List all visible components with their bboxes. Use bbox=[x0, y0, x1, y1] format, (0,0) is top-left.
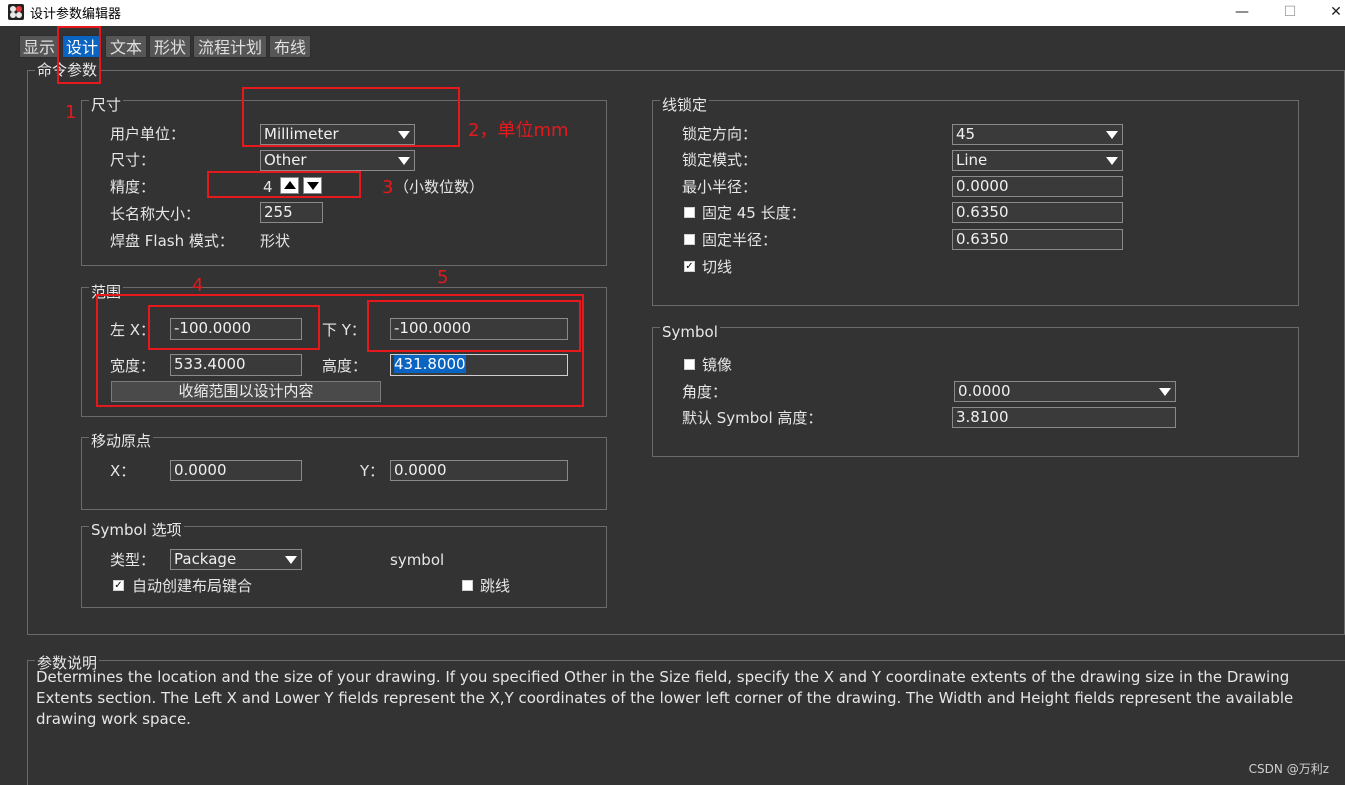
size-select[interactable]: Other bbox=[260, 150, 415, 171]
min-radius-label: 最小半径： bbox=[682, 178, 758, 196]
symbol-type-suffix: symbol bbox=[390, 551, 445, 569]
annotation-label-1: 1 bbox=[65, 102, 77, 123]
long-name-input[interactable]: 255 bbox=[260, 202, 323, 223]
size-group-title: 尺寸 bbox=[89, 96, 124, 114]
symbol-group-title: Symbol bbox=[660, 323, 720, 341]
min-radius-input[interactable]: 0.0000 bbox=[952, 176, 1123, 197]
lock-mode-label: 锁定模式： bbox=[682, 151, 758, 169]
lock-direction-select[interactable]: 45 bbox=[952, 124, 1123, 145]
annotation-box-2 bbox=[242, 87, 460, 147]
mirror-label: 镜像 bbox=[702, 356, 733, 374]
chevron-down-icon bbox=[1106, 157, 1118, 165]
watermark: CSDN @万利z bbox=[1248, 762, 1329, 776]
move-origin-title: 移动原点 bbox=[89, 432, 154, 450]
annotation-label-2: 2，单位mm bbox=[468, 120, 569, 141]
origin-y-input[interactable]: 0.0000 bbox=[390, 460, 568, 481]
auto-create-checkbox[interactable]: ✓ bbox=[113, 580, 124, 591]
origin-x-label: X： bbox=[110, 462, 136, 480]
angle-value: 0.0000 bbox=[958, 382, 1011, 400]
fixed-radius-input[interactable]: 0.6350 bbox=[952, 229, 1123, 250]
maximize-button[interactable]: ☐ bbox=[1267, 0, 1313, 26]
fixed-45-checkbox[interactable] bbox=[684, 207, 695, 218]
chevron-down-icon bbox=[1159, 388, 1171, 396]
lock-direction-value: 45 bbox=[956, 125, 976, 143]
line-lock-title: 线锁定 bbox=[660, 96, 710, 114]
chevron-down-icon bbox=[1106, 131, 1118, 139]
tangent-label: 切线 bbox=[702, 258, 733, 276]
description-text: Determines the location and the size of … bbox=[36, 668, 1294, 728]
window-title: 设计参数编辑器 bbox=[30, 7, 122, 22]
size-label: 尺寸： bbox=[110, 151, 156, 169]
pad-flash-value: 形状 bbox=[260, 232, 291, 250]
jumper-checkbox[interactable] bbox=[462, 580, 473, 591]
user-units-label: 用户单位： bbox=[110, 125, 186, 143]
jumper-label: 跳线 bbox=[480, 577, 511, 595]
angle-select[interactable]: 0.0000 bbox=[954, 381, 1176, 402]
lock-mode-select[interactable]: Line bbox=[952, 150, 1123, 171]
symbol-type-value: Package bbox=[174, 550, 237, 568]
annotation-box-1 bbox=[57, 26, 101, 84]
annotation-note-3: （小数位数） bbox=[394, 178, 485, 196]
fixed-45-label: 固定 45 长度： bbox=[702, 204, 806, 222]
tab-flow-plan[interactable]: 流程计划 bbox=[193, 35, 267, 58]
fixed-radius-label: 固定半径： bbox=[702, 231, 778, 249]
tab-routing[interactable]: 布线 bbox=[269, 35, 311, 58]
origin-x-input[interactable]: 0.0000 bbox=[170, 460, 302, 481]
minimize-button[interactable]: — bbox=[1219, 0, 1265, 26]
fixed-radius-checkbox[interactable] bbox=[684, 234, 695, 245]
mirror-checkbox[interactable] bbox=[684, 359, 695, 370]
size-value: Other bbox=[264, 151, 307, 169]
auto-create-label: 自动创建布局键合 bbox=[132, 577, 253, 595]
app-icon bbox=[8, 4, 24, 20]
tab-shape[interactable]: 形状 bbox=[149, 35, 191, 58]
tab-text[interactable]: 文本 bbox=[105, 35, 147, 58]
long-name-label: 长名称大小： bbox=[110, 205, 201, 223]
chevron-down-icon bbox=[285, 556, 297, 564]
tangent-checkbox[interactable]: ✓ bbox=[684, 261, 695, 272]
annotation-label-5: 5 bbox=[437, 267, 449, 288]
symbol-type-select[interactable]: Package bbox=[170, 549, 302, 570]
annotation-label-3: 3 bbox=[382, 177, 394, 198]
default-height-input[interactable]: 3.8100 bbox=[952, 407, 1176, 428]
angle-label: 角度： bbox=[682, 383, 728, 401]
symbol-type-label: 类型： bbox=[110, 551, 156, 569]
tab-display[interactable]: 显示 bbox=[19, 35, 59, 58]
annotation-box-extents bbox=[96, 294, 584, 407]
pad-flash-label: 焊盘 Flash 模式： bbox=[110, 232, 234, 250]
close-button[interactable]: ✕ bbox=[1313, 0, 1345, 26]
annotation-box-3 bbox=[207, 171, 361, 198]
accuracy-label: 精度： bbox=[110, 178, 156, 196]
symbol-options-title: Symbol 选项 bbox=[89, 521, 184, 539]
lock-mode-value: Line bbox=[956, 151, 988, 169]
title-bar: 设计参数编辑器 — ☐ ✕ bbox=[0, 0, 1345, 26]
lock-direction-label: 锁定方向： bbox=[682, 125, 758, 143]
chevron-down-icon bbox=[398, 157, 410, 165]
fixed-45-input[interactable]: 0.6350 bbox=[952, 202, 1123, 223]
origin-y-label: Y： bbox=[360, 462, 385, 480]
default-height-label: 默认 Symbol 高度： bbox=[682, 409, 823, 427]
